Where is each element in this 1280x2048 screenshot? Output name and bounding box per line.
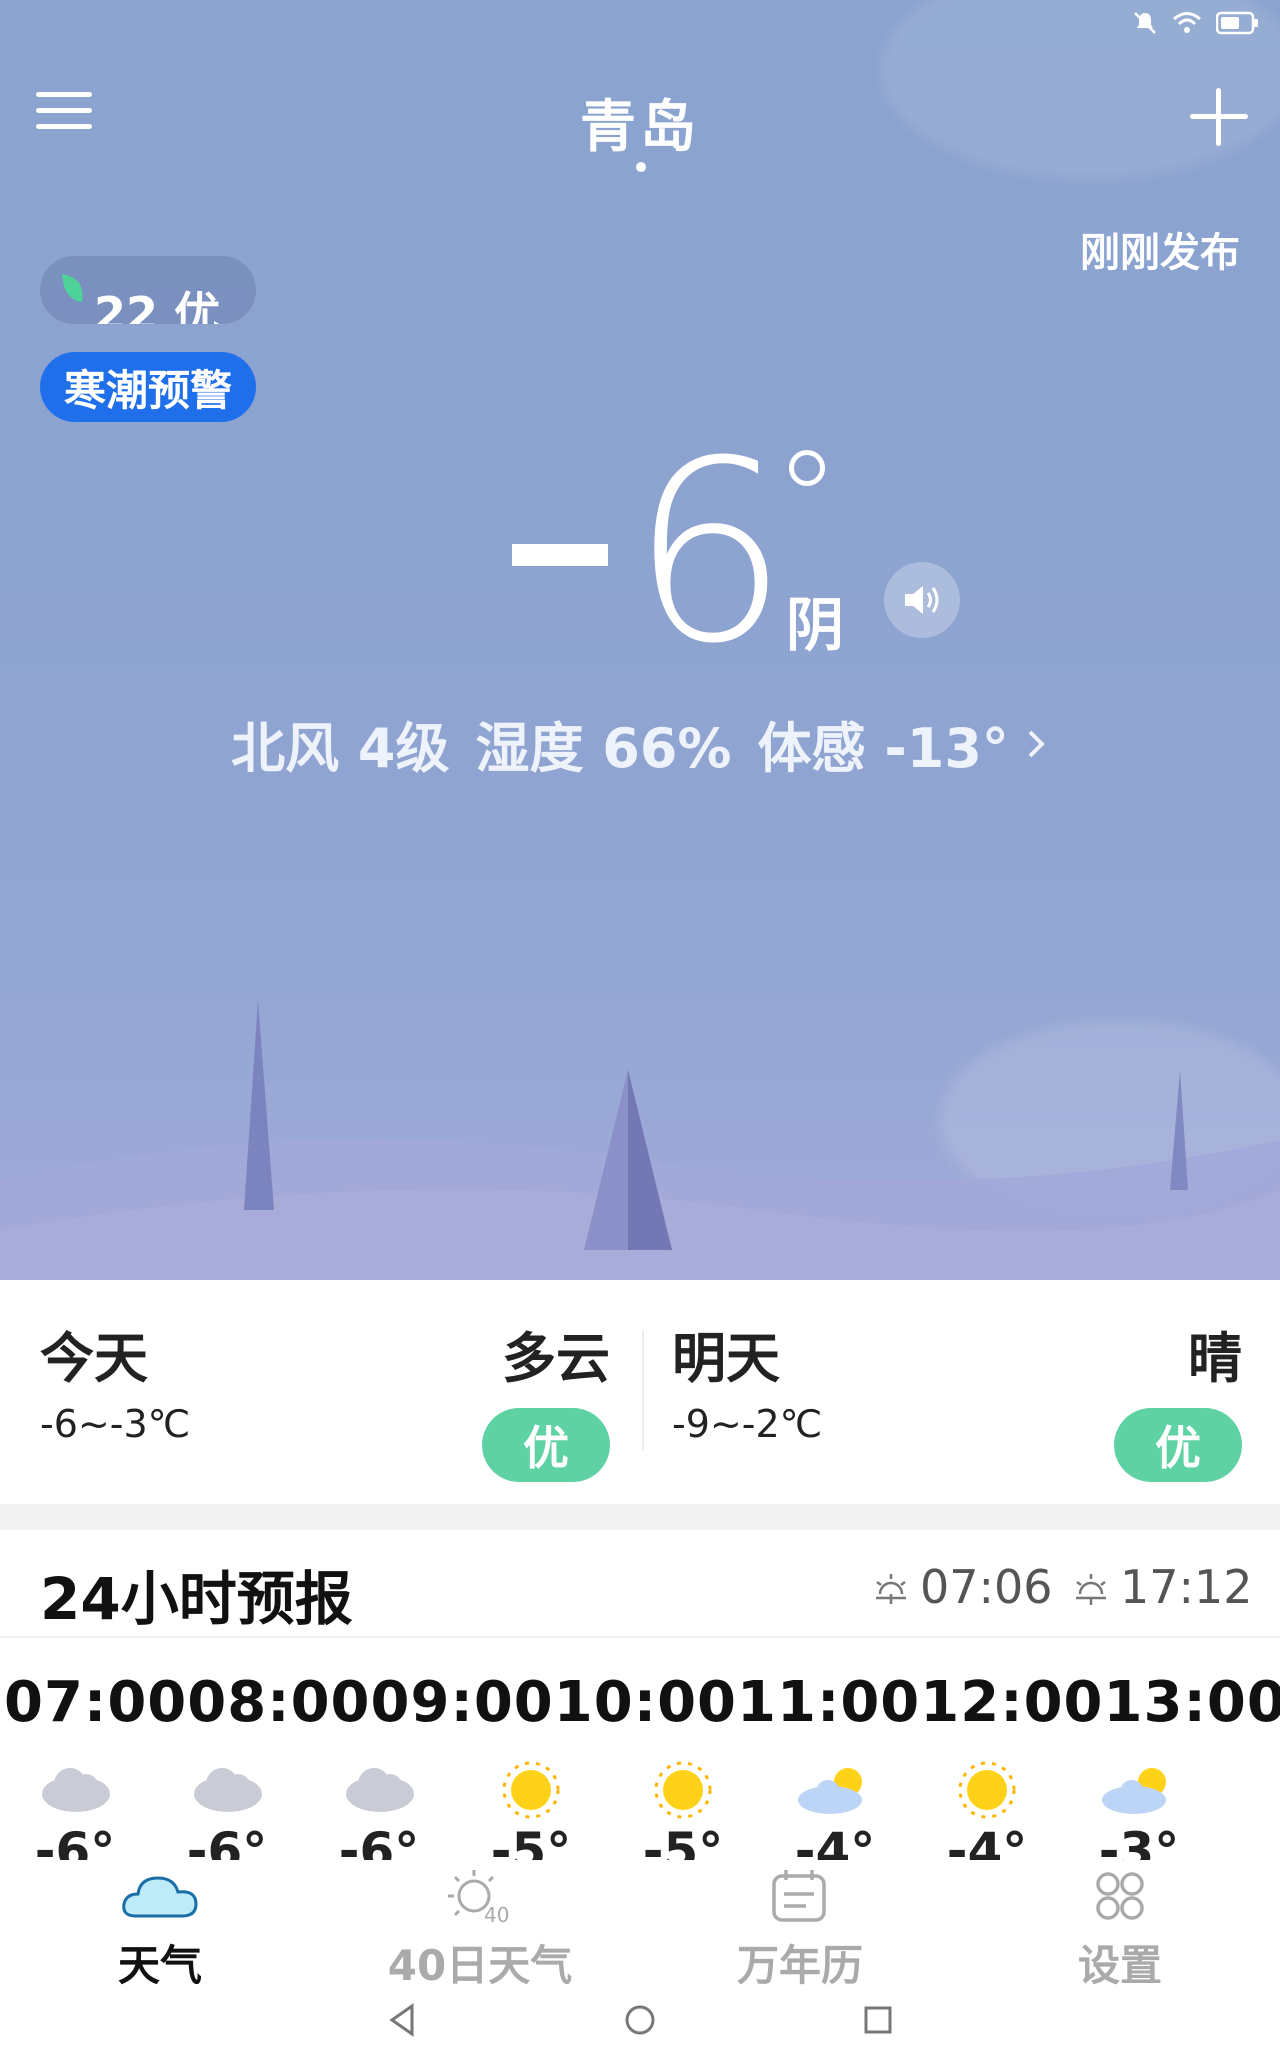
nav-calendar[interactable]: 万年历 (640, 1860, 960, 1990)
sunny-icon (502, 1761, 560, 1819)
partly-cloudy-icon (798, 1768, 862, 1814)
svg-text:40: 40 (484, 1903, 509, 1927)
aqi-level: 优 (174, 287, 221, 324)
speaker-icon (905, 586, 939, 614)
page-indicator-dot (636, 162, 646, 172)
aqi-badge[interactable]: 22 优 (40, 256, 256, 324)
hour-temp: -6° (338, 1822, 420, 1860)
current-temperature: 6 (630, 407, 789, 698)
cold-wave-alert[interactable]: 寒潮预警 (40, 352, 256, 422)
bell-muted-icon (1134, 12, 1156, 34)
add-city-button[interactable] (1190, 88, 1248, 146)
system-navigation-bar (0, 1990, 1280, 2048)
command-icon (1096, 1872, 1144, 1920)
publish-status: 刚刚发布 (1080, 230, 1240, 276)
hour-temp: -5° (642, 1822, 724, 1860)
today-temp-range: -6~-3℃ (40, 1402, 191, 1446)
hour-item[interactable]: -4° (912, 1760, 1062, 1860)
hour-temp: -4° (794, 1822, 876, 1860)
hour-item[interactable]: -5° (456, 1760, 606, 1860)
chevron-right-icon (1028, 730, 1045, 757)
hour-item[interactable]: -5° (608, 1760, 758, 1860)
recents-icon[interactable] (856, 1998, 900, 2042)
wifi-icon (1173, 12, 1201, 33)
hour-item[interactable]: -3° (1064, 1760, 1214, 1860)
sunny-icon (958, 1761, 1016, 1819)
nav-weather-label: 天气 (117, 1941, 202, 1990)
nav-calendar-label: 万年历 (736, 1941, 863, 1990)
today-card[interactable]: 今天 多云 -6~-3℃ 优 (0, 1280, 640, 1504)
weather-details-row[interactable]: 北风 4级 湿度 66% 体感 -13° (0, 704, 1280, 783)
back-icon[interactable] (380, 1998, 424, 2042)
cloudy-icon (346, 1768, 414, 1812)
sunny-icon (654, 1761, 712, 1819)
forecast-title: 24小时预报 (40, 1565, 353, 1633)
hour-temp: -6° (186, 1822, 268, 1860)
section-separator (0, 1504, 1280, 1530)
hour-item[interactable]: -6° (152, 1760, 302, 1860)
nav-settings-label: 设置 (1077, 1941, 1162, 1990)
humidity-info: 湿度 66% (475, 717, 732, 780)
bottom-navigation: 天气 40 40日天气 万年历 设置 (0, 1860, 1280, 1990)
today-label: 今天 (40, 1327, 148, 1390)
aqi-value: 22 (94, 287, 159, 324)
cloud-icon (122, 1876, 198, 1918)
leaf-icon (62, 274, 83, 302)
sunset-icon (1076, 1574, 1106, 1605)
hour-temp: -6° (34, 1822, 116, 1860)
forecast-header: 24小时预报 07:06 17:12 (0, 1530, 1280, 1638)
hour-item[interactable]: -6° (304, 1760, 454, 1860)
tomorrow-aqi-badge: 优 (1114, 1408, 1242, 1482)
status-bar (1132, 10, 1260, 36)
current-condition: 阴 (786, 591, 845, 659)
hour-item[interactable]: -6° (0, 1760, 150, 1860)
hour-temp: -3° (1098, 1822, 1180, 1860)
tomorrow-card[interactable]: 明天 晴 -9~-2℃ 优 (632, 1280, 1272, 1504)
day-summary: 今天 多云 -6~-3℃ 优 明天 晴 -9~-2℃ 优 (0, 1280, 1280, 1504)
nav-weather[interactable]: 天气 (0, 1860, 320, 1990)
weather-hero: 青岛 刚刚发布 22 优 寒潮预警 6 阴 北风 4级 湿度 66% 体感 -1… (0, 0, 1280, 1280)
city-name[interactable]: 青岛 (0, 82, 1280, 163)
speaker-button[interactable] (884, 562, 960, 638)
tomorrow-label: 明天 (672, 1327, 780, 1390)
hourly-forecast[interactable]: 07:0008:0009:0010:0011:0012:0013:0014:00… (0, 1640, 1280, 1860)
hour-times-row: 07:0008:0009:0010:0011:0012:0013:0014:00… (4, 1670, 1280, 1735)
today-condition: 多云 (502, 1327, 610, 1390)
today-aqi-badge: 优 (482, 1408, 610, 1482)
sunrise: 07:06 (872, 1560, 1053, 1614)
minus-sign (512, 544, 608, 566)
nav-40-day[interactable]: 40 40日天气 (320, 1860, 640, 1990)
home-icon[interactable] (618, 1998, 662, 2042)
card-divider (642, 1330, 644, 1450)
hour-item[interactable]: -4° (760, 1760, 910, 1860)
hour-temp: -4° (946, 1822, 1028, 1860)
partly-cloudy-icon (1102, 1768, 1166, 1814)
calendar-icon (772, 1870, 826, 1922)
feels-like-info: 体感 -13° (757, 717, 1009, 780)
nav-settings[interactable]: 设置 (960, 1860, 1280, 1990)
sunset-time: 17:12 (1120, 1560, 1253, 1614)
degree-symbol (789, 450, 825, 486)
landscape-illustration (0, 1000, 1280, 1280)
sunrise-icon (876, 1574, 906, 1604)
sunset: 17:12 (1072, 1560, 1253, 1614)
cloudy-icon (42, 1768, 110, 1812)
tomorrow-temp-range: -9~-2℃ (672, 1402, 823, 1446)
sun-40-icon: 40 (448, 1870, 509, 1927)
wind-info: 北风 4级 (231, 717, 450, 780)
tomorrow-condition: 晴 (1188, 1327, 1242, 1390)
hour-temp: -5° (490, 1822, 572, 1860)
battery-icon (1216, 11, 1258, 35)
cloudy-icon (194, 1768, 262, 1812)
nav-40-day-label: 40日天气 (387, 1941, 573, 1990)
sunrise-time: 07:06 (920, 1560, 1053, 1614)
